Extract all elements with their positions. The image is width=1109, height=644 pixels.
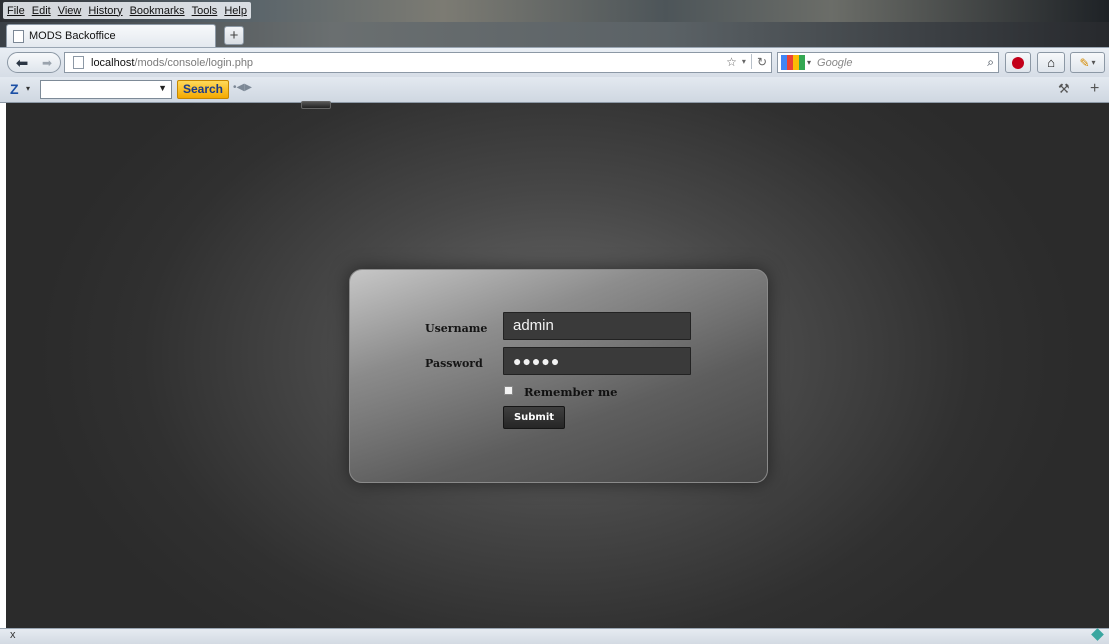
- url-tools: ☆ ▾ ↻: [726, 54, 767, 69]
- red-circle-icon: [1012, 56, 1024, 69]
- dropdown-arrow-icon[interactable]: ▾: [742, 57, 746, 66]
- page-icon: [73, 56, 84, 69]
- navigation-bar: ⬅ ➡ localhost/mods/console/login.php ☆ ▾…: [0, 47, 1109, 77]
- toolbar-more-icon[interactable]: •◀▶: [233, 82, 252, 93]
- url-host: localhost: [91, 56, 135, 69]
- toolbar-grip[interactable]: [301, 101, 331, 109]
- addon-button[interactable]: [1005, 52, 1031, 73]
- toolbar-search-button[interactable]: Search: [177, 80, 229, 99]
- submit-button[interactable]: Submit: [503, 406, 565, 429]
- back-button[interactable]: ⬅: [8, 54, 36, 72]
- page-content: Username admin Password ●●●●● Remember m…: [6, 103, 1109, 628]
- toolbar-search-input[interactable]: ▼: [40, 80, 172, 99]
- username-label: Username: [425, 322, 488, 335]
- dropdown-arrow-icon[interactable]: ▾: [807, 58, 811, 67]
- menu-bookmarks[interactable]: Bookmarks: [130, 5, 185, 17]
- dropdown-arrow-icon: ▾: [1091, 58, 1096, 67]
- remember-me-label[interactable]: Remember me: [524, 385, 617, 399]
- tab-strip: MODS Backoffice +: [0, 22, 1109, 47]
- tab-title: MODS Backoffice: [29, 30, 116, 42]
- extension-icon: ✎: [1079, 55, 1090, 70]
- dropdown-arrow-icon[interactable]: ▾: [26, 84, 30, 93]
- menu-bar: File Edit View History Bookmarks Tools H…: [0, 0, 1109, 22]
- status-indicator-icon: [1091, 628, 1104, 641]
- search-placeholder: Google: [817, 56, 853, 69]
- reload-icon[interactable]: ↻: [757, 55, 767, 69]
- menu-view[interactable]: View: [58, 5, 82, 17]
- menu-file[interactable]: File: [7, 5, 25, 17]
- menu-help[interactable]: Help: [224, 5, 247, 17]
- toolbar-logo[interactable]: Z: [10, 81, 19, 97]
- back-forward-group: ⬅ ➡: [7, 52, 61, 73]
- new-tab-button[interactable]: +: [224, 26, 244, 45]
- url-path: /mods/console/login.php: [134, 56, 254, 69]
- forward-button[interactable]: ➡: [36, 56, 58, 70]
- password-field[interactable]: ●●●●●: [503, 347, 691, 375]
- browser-window: File Edit View History Bookmarks Tools H…: [0, 0, 1109, 644]
- menu-tools[interactable]: Tools: [192, 5, 218, 17]
- page-icon: [13, 29, 24, 43]
- remember-me-checkbox[interactable]: [504, 386, 513, 395]
- search-icon[interactable]: ⌕: [987, 55, 994, 70]
- bookmark-star-icon[interactable]: ☆: [726, 55, 737, 69]
- tab-mods-backoffice[interactable]: MODS Backoffice: [6, 24, 216, 47]
- status-bar: x: [0, 628, 1109, 644]
- username-field[interactable]: admin: [503, 312, 691, 340]
- extension-button[interactable]: ✎ ▾: [1070, 52, 1105, 73]
- close-icon[interactable]: x: [10, 629, 16, 641]
- divider: [750, 54, 752, 69]
- wrench-icon[interactable]: ⚒: [1058, 81, 1070, 97]
- password-label: Password: [425, 357, 483, 370]
- search-toolbar: Z ▾ ▼ Search •◀▶ ⚒ +: [0, 77, 1109, 103]
- home-icon: ⌂: [1047, 55, 1055, 70]
- menu-edit[interactable]: Edit: [32, 5, 51, 17]
- menu-history[interactable]: History: [88, 5, 122, 17]
- google-icon[interactable]: [781, 55, 805, 70]
- add-button[interactable]: +: [1090, 80, 1099, 98]
- search-bar[interactable]: ▾ Google ⌕: [777, 52, 999, 73]
- url-bar[interactable]: localhost/mods/console/login.php ☆ ▾ ↻: [64, 52, 772, 73]
- menu-list: File Edit View History Bookmarks Tools H…: [3, 2, 251, 19]
- home-button[interactable]: ⌂: [1037, 52, 1065, 73]
- login-panel: Username admin Password ●●●●● Remember m…: [349, 269, 768, 483]
- dropdown-arrow-icon[interactable]: ▼: [158, 83, 167, 93]
